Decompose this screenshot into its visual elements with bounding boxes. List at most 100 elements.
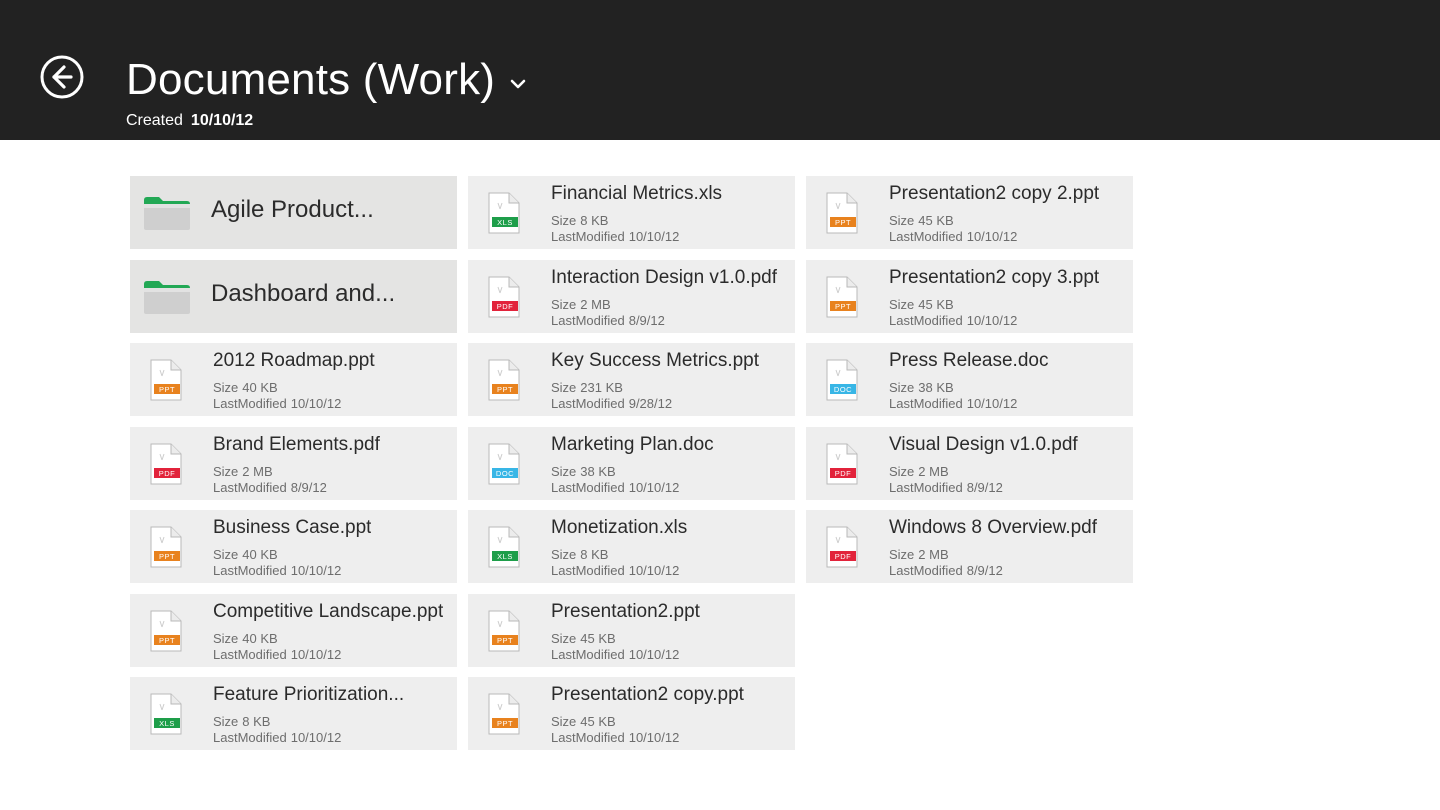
file-name: Monetization.xls: [551, 517, 688, 538]
size-label: Size: [551, 714, 577, 729]
file-size: Size 40 KB: [213, 631, 278, 646]
page-title: Documents (Work): [126, 55, 496, 104]
file-tile[interactable]: PPT Presentation2 copy 3.ppt Size 45 KB L…: [806, 259, 1133, 333]
size-value: 40 KB: [242, 547, 278, 562]
created-date: 10/10/12: [190, 112, 254, 129]
file-tile[interactable]: PPT 2012 Roadmap.ppt Size 40 KB LastModif…: [130, 343, 457, 416]
file-modified: LastModified 9/28/12: [551, 396, 672, 411]
modified-value: 10/10/12: [966, 312, 1018, 328]
file-tile[interactable]: DOC Marketing Plan.doc Size 38 KB LastMod…: [468, 426, 795, 500]
file-type-badge: PDF: [835, 552, 852, 561]
file-size: Size 40 KB: [213, 547, 278, 562]
file-icon: PPT: [488, 610, 520, 651]
file-name: Visual Design v1.0.pdf: [889, 433, 1078, 455]
file-size: Size 40 KB: [213, 380, 278, 395]
modified-value: 10/10/12: [290, 563, 342, 578]
modified-value: 10/10/12: [290, 396, 342, 411]
back-arrow-icon[interactable]: [40, 55, 84, 99]
modified-value: 8/9/12: [966, 563, 1003, 578]
file-icon: PPT: [488, 359, 520, 401]
file-icon: PPT: [150, 359, 182, 401]
modified-label: LastModified: [889, 312, 963, 328]
file-tile[interactable]: PPT Business Case.ppt Size 40 KB LastModi…: [130, 510, 457, 583]
modified-value: 10/10/12: [966, 396, 1018, 411]
modified-label: LastModified: [213, 479, 287, 495]
size-label: Size: [551, 547, 577, 562]
file-size: Size 8 KB: [551, 547, 608, 562]
size-value: 2 MB: [918, 547, 949, 562]
file-name: Business Case.ppt: [213, 517, 372, 538]
modified-label: LastModified: [551, 312, 625, 328]
file-tile[interactable]: PPT Presentation2 copy 2.ppt Size 45 KB L…: [806, 176, 1133, 249]
size-label: Size: [551, 213, 577, 228]
file-icon: PPT: [488, 693, 520, 735]
file-name: Brand Elements.pdf: [213, 433, 380, 455]
modified-label: LastModified: [213, 730, 287, 745]
size-label: Size: [213, 547, 239, 562]
folder-tile[interactable]: Dashboard and...: [130, 259, 457, 333]
size-label: Size: [213, 380, 239, 395]
file-tile[interactable]: XLS Monetization.xls Size 8 KB LastModifi…: [468, 510, 795, 583]
file-tile[interactable]: PDF Brand Elements.pdf Size 2 MB LastModi…: [130, 426, 457, 500]
file-tile[interactable]: XLS Financial Metrics.xls Size 8 KB LastM…: [468, 176, 795, 249]
modified-value: 10/10/12: [290, 646, 342, 662]
file-size: Size 45 KB: [551, 631, 616, 646]
file-name: Key Success Metrics.ppt: [551, 350, 760, 371]
file-tile[interactable]: XLS Feature Prioritization... Size 8 KB L…: [130, 677, 457, 750]
file-type-badge: PPT: [159, 552, 175, 561]
app-bar: Documents (Work) Created 10/10/12: [0, 0, 1440, 140]
file-icon: DOC: [488, 443, 520, 484]
file-tile[interactable]: DOC Press Release.doc Size 38 KB LastModi…: [806, 343, 1133, 416]
folder-tile[interactable]: Agile Product...: [130, 176, 457, 249]
size-value: 2 MB: [580, 296, 611, 312]
file-icon: PDF: [826, 526, 858, 568]
modified-value: 9/28/12: [628, 396, 673, 411]
file-icon: PDF: [488, 276, 520, 317]
file-icon: PPT: [826, 276, 858, 317]
size-label: Size: [889, 547, 915, 562]
file-tile[interactable]: PPT Key Success Metrics.ppt Size 231 KB L…: [468, 343, 795, 416]
file-modified: LastModified 10/10/12: [213, 396, 341, 411]
file-name: Financial Metrics.xls: [551, 183, 723, 204]
modified-label: LastModified: [551, 229, 625, 244]
file-icon: DOC: [826, 359, 858, 401]
file-icon: PDF: [150, 443, 182, 484]
modified-value: 10/10/12: [290, 730, 342, 745]
file-tile[interactable]: PPT Presentation2.ppt Size 45 KB LastModi…: [468, 593, 795, 667]
file-name: Presentation2.ppt: [551, 600, 700, 622]
size-value: 8 KB: [580, 213, 609, 228]
file-tile[interactable]: PDF Interaction Design v1.0.pdf Size 2 MB…: [468, 259, 795, 333]
file-tile[interactable]: PPT Competitive Landscape.ppt Size 40 KB …: [130, 593, 457, 667]
file-modified: LastModified 10/10/12: [551, 480, 679, 495]
modified-value: 10/10/12: [628, 479, 680, 495]
title-dropdown[interactable]: Documents (Work): [126, 52, 527, 108]
modified-label: LastModified: [551, 646, 625, 662]
file-size: Size 8 KB: [551, 213, 608, 228]
modified-label: LastModified: [889, 396, 963, 411]
file-modified: LastModified 10/10/12: [213, 647, 341, 662]
file-name: Marketing Plan.doc: [551, 433, 714, 455]
file-size: Size 38 KB: [889, 380, 954, 395]
file-tile[interactable]: PPT Presentation2 copy.ppt Size 45 KB Las…: [468, 677, 795, 750]
file-tile[interactable]: PDF Windows 8 Overview.pdf Size 2 MB Last…: [806, 510, 1133, 583]
file-tile[interactable]: PDF Visual Design v1.0.pdf Size 2 MB Last…: [806, 426, 1133, 500]
modified-value: 8/9/12: [290, 479, 327, 495]
file-modified: LastModified 10/10/12: [213, 730, 341, 745]
file-size: Size 8 KB: [213, 714, 270, 729]
modified-value: 10/10/12: [628, 730, 680, 745]
file-size: Size 231 KB: [551, 380, 623, 395]
size-value: 45 KB: [580, 714, 616, 729]
size-label: Size: [889, 296, 915, 312]
size-value: 45 KB: [918, 213, 954, 228]
modified-value: 8/9/12: [966, 479, 1003, 495]
file-name: Presentation2 copy 2.ppt: [889, 183, 1100, 204]
file-modified: LastModified 8/9/12: [889, 563, 1003, 578]
size-value: 40 KB: [242, 630, 278, 646]
file-name: Interaction Design v1.0.pdf: [551, 266, 778, 288]
file-size: Size 45 KB: [551, 714, 616, 729]
file-modified: LastModified 10/10/12: [551, 229, 679, 244]
modified-value: 10/10/12: [628, 229, 680, 244]
file-name: Presentation2 copy 3.ppt: [889, 266, 1100, 288]
file-type-badge: XLS: [497, 218, 513, 227]
size-label: Size: [551, 630, 577, 646]
